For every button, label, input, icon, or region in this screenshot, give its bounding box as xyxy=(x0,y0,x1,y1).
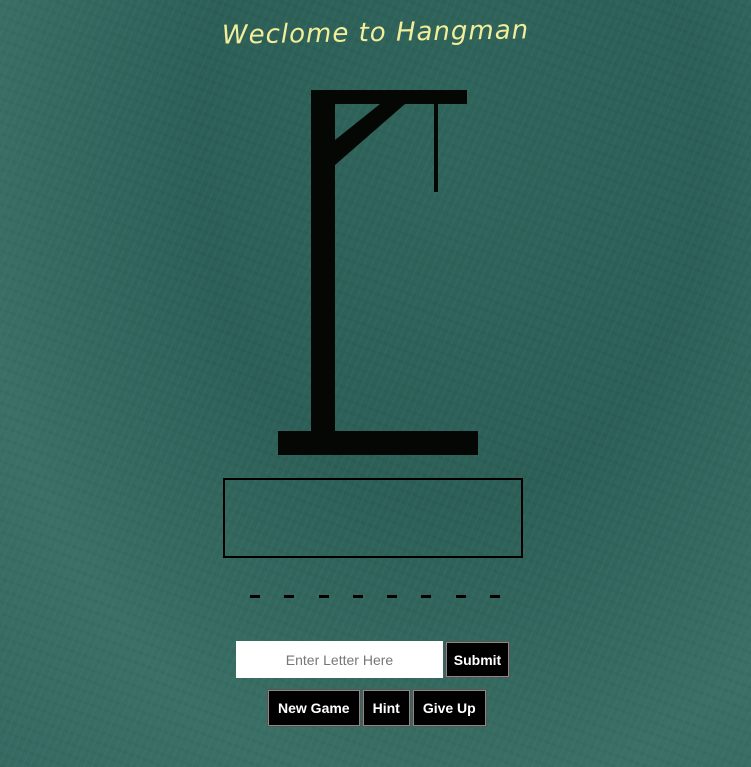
gallows-post xyxy=(311,90,335,435)
word-blanks xyxy=(250,585,500,598)
submit-button[interactable]: Submit xyxy=(445,641,510,678)
gallows-beam xyxy=(311,90,467,104)
gallows-rope xyxy=(434,100,438,192)
game-controls: New Game Hint Give Up xyxy=(267,689,487,727)
letter-blank xyxy=(455,595,466,598)
guess-form: Submit xyxy=(236,641,510,678)
gallows-base xyxy=(278,431,478,455)
letter-blank xyxy=(387,595,398,598)
letter-blank xyxy=(318,595,329,598)
letter-blank xyxy=(284,595,295,598)
gallows-brace xyxy=(335,104,405,165)
hint-button[interactable]: Hint xyxy=(361,689,411,727)
letter-blank xyxy=(421,595,432,598)
letter-blank xyxy=(489,595,500,598)
letter-blank xyxy=(250,595,260,598)
new-game-button[interactable]: New Game xyxy=(267,689,361,727)
letter-blank xyxy=(352,595,363,598)
give-up-button[interactable]: Give Up xyxy=(411,689,487,727)
guessed-letters-box xyxy=(223,478,523,558)
letter-input[interactable] xyxy=(236,641,443,678)
